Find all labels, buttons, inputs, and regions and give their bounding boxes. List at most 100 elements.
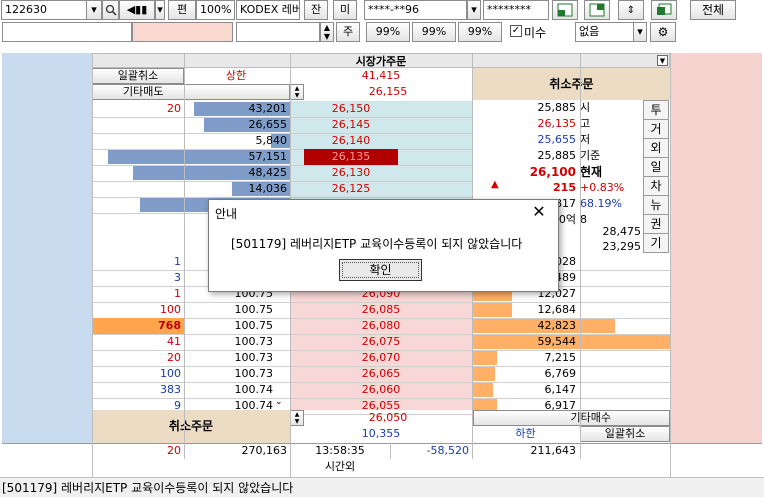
ask-order-qty[interactable] — [92, 133, 184, 149]
info-value: 25,885 — [537, 149, 577, 162]
full-view-button[interactable]: 전체 — [690, 0, 736, 20]
dialog-close-button[interactable]: ✕ — [527, 201, 551, 223]
ask-order-qty[interactable] — [92, 181, 184, 197]
code-dropdown-button[interactable]: ▾ — [86, 0, 102, 20]
side-tab-0[interactable]: 투 — [643, 100, 669, 120]
info-label: 68.19% — [580, 197, 622, 210]
quantity-input[interactable] — [236, 22, 320, 42]
layout-button-2[interactable] — [584, 0, 610, 20]
pct-button-2[interactable]: 99% — [412, 22, 456, 42]
order-type-field[interactable] — [2, 22, 132, 42]
side-tab-1[interactable]: 거 — [643, 119, 669, 139]
scroll-down-icon[interactable]: ⌄ — [275, 397, 283, 407]
updown-arrows-icon: ⇕ — [626, 5, 636, 16]
layout-button-3[interactable] — [651, 0, 677, 20]
pct-button-3[interactable]: 99% — [458, 22, 502, 42]
pct-button-1[interactable]: 99% — [366, 22, 410, 42]
ask-order-qty[interactable] — [92, 165, 184, 181]
remain-diff: -58,520 — [426, 444, 469, 457]
zoom-field[interactable]: 100% — [196, 0, 235, 20]
ask-order-qty[interactable] — [92, 149, 184, 165]
side-tab-6[interactable]: 권 — [643, 214, 669, 234]
speaker-button[interactable]: ◀▮▮ — [119, 0, 155, 20]
ask-remain: 26,655 — [248, 118, 288, 131]
condition-dropdown-button[interactable]: ▾ — [633, 22, 647, 42]
account-select[interactable]: ****-**96 — [364, 0, 467, 20]
other-sell-stepper[interactable]: ▲ ▼ — [290, 84, 304, 100]
edit-button[interactable]: 편 — [168, 0, 196, 20]
bid-order-qty[interactable]: 3 — [92, 270, 184, 286]
bid-order-qty[interactable]: 1 — [92, 254, 184, 270]
bid-order-qty[interactable]: 20 — [92, 350, 184, 366]
info-value: 25,655 — [537, 133, 577, 146]
other-buy-button[interactable]: 기타매수 — [473, 410, 670, 426]
sort-button[interactable]: ⇕ — [618, 0, 644, 20]
other-sell-button[interactable]: 기타매도 — [92, 84, 290, 100]
up-triangle-icon: ▲ — [491, 179, 499, 190]
header-dropdown-icon[interactable]: ▼ — [657, 55, 668, 66]
unfilled-checkbox[interactable]: ✓ — [510, 25, 522, 37]
bid-order-qty[interactable]: 41 — [92, 334, 184, 350]
cancel-order-bottom[interactable]: 취소주문 — [92, 410, 290, 443]
grid-vline — [580, 53, 581, 443]
side-tab-7[interactable]: 기 — [643, 233, 669, 253]
password-input[interactable]: ******** — [483, 0, 549, 20]
ask-order-qty[interactable]: 20 — [92, 101, 184, 117]
ask-price[interactable]: 26,145 — [304, 117, 398, 133]
side-tab-2[interactable]: 외 — [643, 138, 669, 158]
cancel-all-buy-button[interactable]: 일괄취소 — [580, 426, 670, 442]
info-label: 현재 — [580, 165, 603, 179]
market-order-header[interactable]: 시장가주문 — [92, 53, 670, 68]
ask-price[interactable]: 26,140 — [304, 133, 398, 149]
ask-price[interactable]: 26,125 — [304, 181, 398, 197]
footer-stepper[interactable]: ▲ ▼ — [290, 410, 304, 426]
bid-order-qty[interactable]: 100 — [92, 302, 184, 318]
dialog-message: [501179] 레버리지ETP 교육이수등록이 되지 않았습니다 — [231, 237, 523, 251]
ask-remain: 14,036 — [248, 182, 288, 195]
bid-price[interactable]: 26,085 — [290, 302, 472, 318]
bid-price[interactable]: 26,060 — [290, 382, 472, 398]
bid-order-qty[interactable]: 1 — [92, 286, 184, 302]
side-tab-4[interactable]: 차 — [643, 176, 669, 196]
balance-button[interactable]: 잔 — [304, 0, 328, 20]
stock-name-field: KODEX 레버 — [236, 0, 300, 20]
side-tab-3[interactable]: 일 — [643, 157, 669, 177]
upper-limit-price: 41,415 — [361, 69, 401, 82]
after-hours-label[interactable]: 시간외 — [290, 459, 390, 475]
quantity-stepper[interactable]: ▲ ▼ — [320, 22, 334, 42]
bid-order-qty[interactable]: 383 — [92, 382, 184, 398]
unfilled-checkbox-label: 미수 — [524, 26, 547, 40]
bid-remain: 59,544 — [537, 335, 577, 348]
ask-remain: 57,151 — [248, 150, 288, 163]
ask-price[interactable]: 26,130 — [304, 165, 398, 181]
bid-price[interactable]: 26,065 — [290, 366, 472, 382]
dialog-ok-button[interactable]: 확인 — [339, 259, 422, 281]
ask-price[interactable]: 26,150 — [304, 101, 398, 117]
ask-price[interactable]: 26,135 — [304, 149, 398, 165]
cancel-all-sell-button[interactable]: 일괄취소 — [92, 68, 184, 84]
info-label: 시 — [580, 101, 591, 114]
bid-order-qty[interactable]: 768 — [92, 318, 184, 334]
bid-price-low: 100.74 — [234, 383, 274, 396]
ask-order-qty[interactable] — [92, 197, 184, 213]
current-time: 13:58:35 — [315, 444, 365, 457]
condition-select[interactable]: 없음 — [575, 22, 635, 42]
bid-price[interactable]: 26,070 — [290, 350, 472, 366]
speaker-dropdown-button[interactable]: ▾ — [155, 0, 165, 20]
code-input[interactable]: 122630 — [1, 0, 87, 20]
left-column-bg — [2, 53, 92, 443]
layout-button-1[interactable] — [552, 0, 578, 20]
side-tab-5[interactable]: 뉴 — [643, 195, 669, 215]
account-dropdown-button[interactable]: ▾ — [467, 0, 481, 20]
unfilled-button[interactable]: 미 — [333, 0, 357, 20]
search-button[interactable] — [102, 0, 119, 20]
ask-remain: 48,425 — [248, 166, 288, 179]
price-field[interactable] — [132, 22, 233, 42]
info-value: 25,885 — [537, 101, 577, 114]
bid-order-qty[interactable]: 100 — [92, 366, 184, 382]
ask-order-qty[interactable] — [92, 117, 184, 133]
bid-price[interactable]: 26,080 — [290, 318, 472, 334]
settings-button[interactable]: ⚙ — [650, 22, 676, 42]
bid-price[interactable]: 26,075 — [290, 334, 472, 350]
cancel-order-top[interactable]: 취소주문 — [473, 68, 670, 100]
